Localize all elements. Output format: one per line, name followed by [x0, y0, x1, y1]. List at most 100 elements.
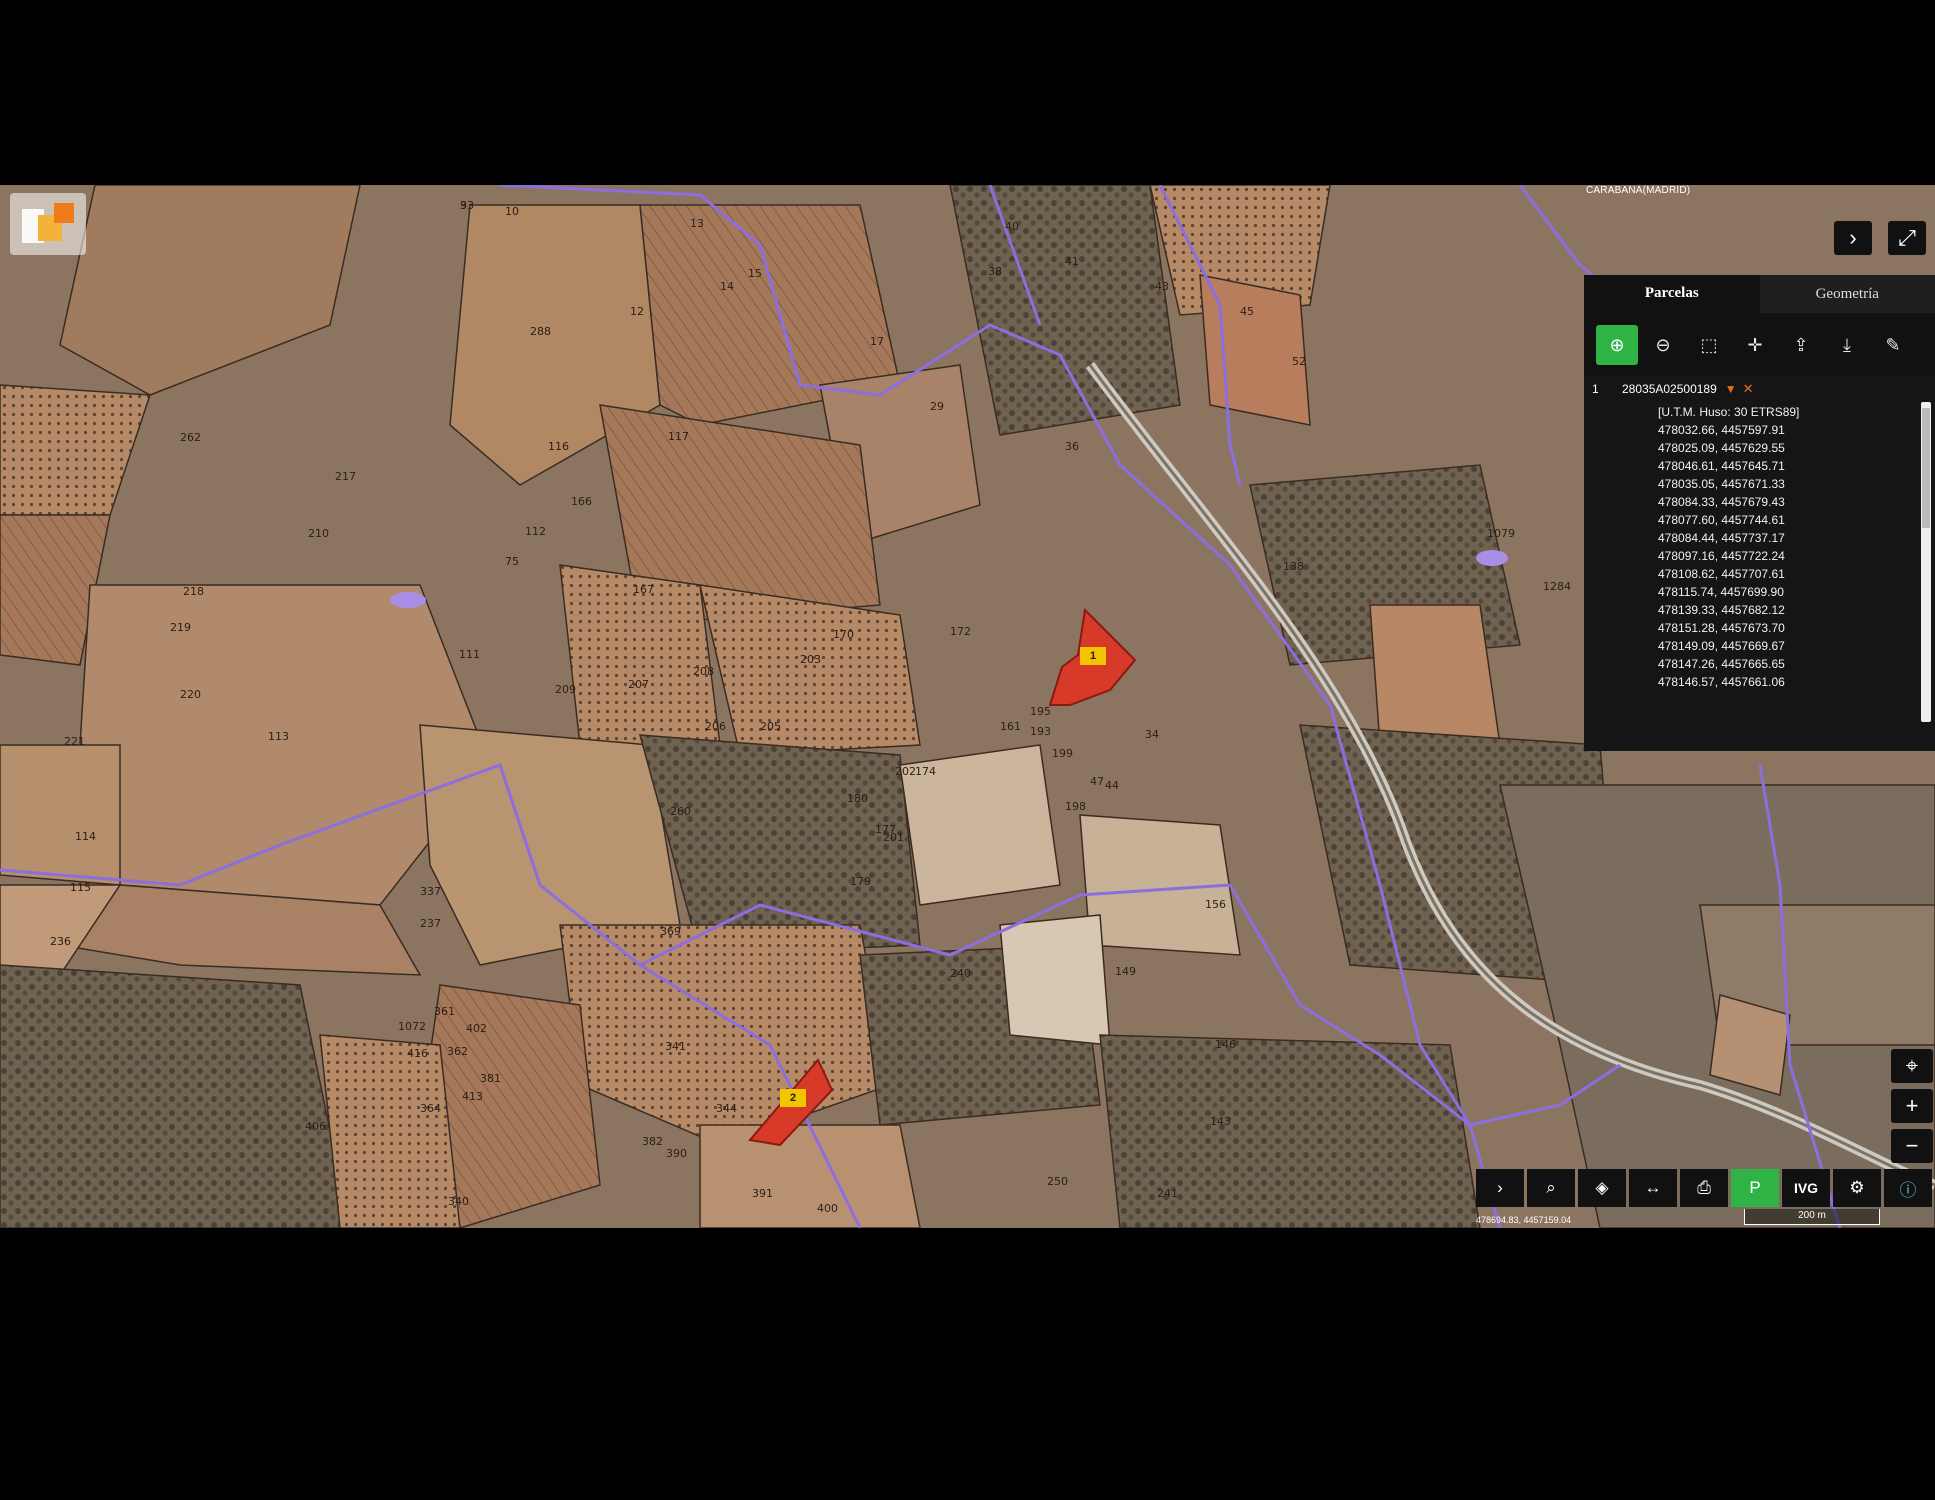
coord-row: 478115.74, 4457699.90 — [1658, 585, 1784, 599]
print-button[interactable]: ⎙ — [1680, 1169, 1728, 1207]
layers-icon: ◈ — [1595, 1178, 1609, 1197]
remove-parcel-button[interactable]: ⊖ — [1642, 325, 1684, 365]
parcel-number-label: 93 — [460, 199, 474, 212]
locate-button[interactable]: ⌖ — [1891, 1049, 1933, 1083]
coordinate-list: [U.T.M. Huso: 30 ETRS89] 478032.66, 4457… — [1584, 403, 1935, 691]
search-icon: ⌕ — [1546, 1178, 1556, 1197]
upload-icon: ⇪ — [1793, 334, 1809, 355]
parcel-number-label: 113 — [268, 730, 289, 743]
parcel-number-label: 237 — [420, 917, 441, 930]
parcel-number-label: 115 — [70, 881, 91, 894]
parcel-number-label: 241 — [1157, 1187, 1178, 1200]
bike-button[interactable]: ⚙ — [1833, 1169, 1881, 1207]
remove-parcel-icon: ⊖ — [1655, 334, 1671, 355]
parcel-number-label: 167 — [633, 583, 654, 596]
expand-toolbar-button[interactable]: › — [1476, 1169, 1524, 1207]
parcel-number-label: 172 — [950, 625, 971, 638]
select-area-icon: ⬚ — [1700, 334, 1718, 355]
parcel-number-label: 112 — [525, 525, 546, 538]
parcel-number-label: 156 — [1205, 898, 1226, 911]
ivg-label: IVG — [1793, 1180, 1819, 1196]
edit-icon: ✎ — [1885, 334, 1901, 355]
chevron-down-icon[interactable]: ▼ — [1725, 382, 1737, 396]
parcel-number-label: 217 — [335, 470, 356, 483]
edit-button[interactable]: ✎ — [1872, 325, 1914, 365]
add-point-button[interactable]: ✛ — [1734, 325, 1776, 365]
parcel-number-label: 400 — [817, 1202, 838, 1215]
parcel-number-label: 205 — [760, 720, 781, 733]
close-icon[interactable]: ✕ — [1743, 381, 1754, 397]
parcel-number-label: 179 — [850, 875, 871, 888]
parcel-number-label: 14 — [720, 280, 734, 293]
parcel-marker-1[interactable]: 1 — [1080, 647, 1106, 665]
coord-row: 478084.44, 4457737.17 — [1658, 531, 1785, 545]
parcel-entry[interactable]: 1 28035A02500189 ▼ ✕ — [1584, 375, 1935, 403]
parcel-number-label: 193 — [1030, 725, 1051, 738]
download-button[interactable]: ⤓ — [1826, 325, 1868, 365]
parcel-number-label: 390 — [666, 1147, 687, 1160]
parcel-tool-button[interactable]: P — [1731, 1169, 1779, 1207]
projection-label: [U.T.M. Huso: 30 ETRS89] — [1658, 405, 1800, 419]
coord-row: 478084.33, 4457679.43 — [1658, 495, 1785, 509]
scale-bar: 200 m — [1744, 1209, 1880, 1225]
parcel-number-label: 402 — [466, 1022, 487, 1035]
parcel-number-label: 44 — [1105, 779, 1119, 792]
coord-row: 478146.57, 4457661.06 — [1658, 675, 1785, 689]
parcel-number-label: 341 — [665, 1040, 686, 1053]
select-area-button[interactable]: ⬚ — [1688, 325, 1730, 365]
coord-row: 478077.60, 4457744.61 — [1658, 513, 1785, 527]
parcel-number-label: 36 — [1065, 440, 1079, 453]
parcel-number-label: 202 — [895, 765, 916, 778]
map-view[interactable]: 3 10 288 12 13 14 15 17 29 36 38 40 41 43 45 52 75 112 111… — [0, 185, 1935, 1228]
plus-icon: + — [1905, 1093, 1919, 1118]
download-icon: ⤓ — [1843, 334, 1851, 355]
parcel-number-label: 1284 — [1543, 580, 1571, 593]
parcel-number-label: 170 — [833, 628, 854, 641]
add-parcel-button[interactable]: ⊕ — [1596, 325, 1638, 365]
parcel-marker-2[interactable]: 2 — [780, 1089, 806, 1107]
coord-row: 478139.33, 4457682.12 — [1658, 603, 1785, 617]
parcel-number-label: 344 — [716, 1102, 737, 1115]
parcel-number-label: 362 — [447, 1045, 468, 1058]
parcel-number-label: 208 — [693, 665, 714, 678]
parcel-number-label: 75 — [505, 555, 519, 568]
parcel-number-label: 210 — [308, 527, 329, 540]
parcel-number-label: 198 — [1065, 800, 1086, 813]
parcel-number-label: 203 — [800, 653, 821, 666]
ivg-button[interactable]: IVG — [1782, 1169, 1830, 1207]
collapse-panel-button[interactable]: › — [1834, 221, 1872, 255]
parcel-number-label: 180 — [847, 792, 868, 805]
coord-row: 478151.28, 4457673.70 — [1658, 621, 1785, 635]
parcel-number-label: 416 — [407, 1047, 428, 1060]
parcel-number-label: 1079 — [1487, 527, 1515, 540]
parcel-number-label: 161 — [1000, 720, 1021, 733]
parcel-number-label: 337 — [420, 885, 441, 898]
parcel-number-label: 240 — [950, 967, 971, 980]
tab-geometria[interactable]: Geometría — [1759, 275, 1935, 313]
tab-parcelas[interactable]: Parcelas — [1584, 275, 1760, 313]
zoom-out-button[interactable]: − — [1891, 1129, 1933, 1163]
parcel-number-label: 111 — [459, 648, 480, 661]
add-point-icon: ✛ — [1747, 334, 1763, 355]
parcel-number-label: 47 — [1090, 775, 1104, 788]
parcel-number-label: 369 — [660, 925, 681, 938]
parcel-number-label: 382 — [642, 1135, 663, 1148]
parcel-panel: Parcelas Geometría ⊕ ⊖ ⬚ ✛ ⇪ ⤓ ✎ 1 28035… — [1584, 275, 1935, 751]
measure-button[interactable]: ↔ — [1629, 1169, 1677, 1207]
parcel-number-label: 166 — [571, 495, 592, 508]
fullscreen-button[interactable]: ⤢ — [1888, 221, 1926, 255]
parcel-number-label: 288 — [530, 325, 551, 338]
municipality-label: CARABAÑA(MADRID) — [1586, 185, 1691, 196]
search-button[interactable]: ⌕ — [1527, 1169, 1575, 1207]
parcel-number-label: 40 — [1005, 220, 1019, 233]
app-logo — [10, 193, 86, 255]
upload-button[interactable]: ⇪ — [1780, 325, 1822, 365]
parcel-number-label: 114 — [75, 830, 96, 843]
coord-scrollbar[interactable] — [1921, 402, 1931, 722]
parcel-number-label: 236 — [50, 935, 71, 948]
panel-tabs: Parcelas Geometría — [1584, 275, 1935, 313]
layers-button[interactable]: ◈ — [1578, 1169, 1626, 1207]
info-button[interactable]: ⓘ — [1884, 1169, 1932, 1207]
zoom-in-button[interactable]: + — [1891, 1089, 1933, 1123]
cursor-coordinates: 478694.83, 4457159.04 — [1476, 1215, 1572, 1225]
